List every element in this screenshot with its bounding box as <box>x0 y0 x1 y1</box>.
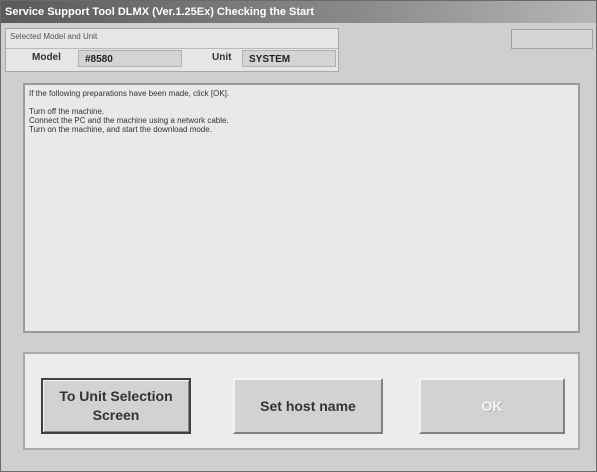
action-button-panel: To Unit Selection Screen Set host name O… <box>23 352 580 450</box>
instruction-line-power-on: Turn on the machine, and start the downl… <box>29 125 212 134</box>
instruction-line-connect: Connect the PC and the machine using a n… <box>29 116 229 125</box>
selected-model-unit-panel: Selected Model and Unit Model #8580 Unit… <box>5 28 339 72</box>
status-box <box>511 29 593 49</box>
main-window: Service Support Tool DLMX (Ver.1.25Ex) C… <box>0 0 597 472</box>
instruction-line-confirm: If the following preparations have been … <box>29 89 230 98</box>
model-label: Model <box>32 52 61 63</box>
info-divider <box>6 48 338 49</box>
ok-label: OK <box>481 397 503 414</box>
instruction-message-area: If the following preparations have been … <box>23 83 580 333</box>
ok-button[interactable]: OK <box>419 378 565 434</box>
unit-value: SYSTEM <box>242 50 336 67</box>
to-unit-selection-button[interactable]: To Unit Selection Screen <box>41 378 191 434</box>
to-unit-selection-label: To Unit Selection Screen <box>59 388 173 423</box>
set-host-name-button[interactable]: Set host name <box>233 378 383 434</box>
model-value: #8580 <box>78 50 182 67</box>
selected-model-unit-caption: Selected Model and Unit <box>10 32 98 41</box>
instruction-line-power-off: Turn off the machine. <box>29 107 105 116</box>
unit-label: Unit <box>212 52 232 63</box>
window-title-bar[interactable]: Service Support Tool DLMX (Ver.1.25Ex) C… <box>1 1 596 23</box>
set-host-name-label: Set host name <box>260 397 356 414</box>
window-title: Service Support Tool DLMX (Ver.1.25Ex) C… <box>5 6 315 18</box>
